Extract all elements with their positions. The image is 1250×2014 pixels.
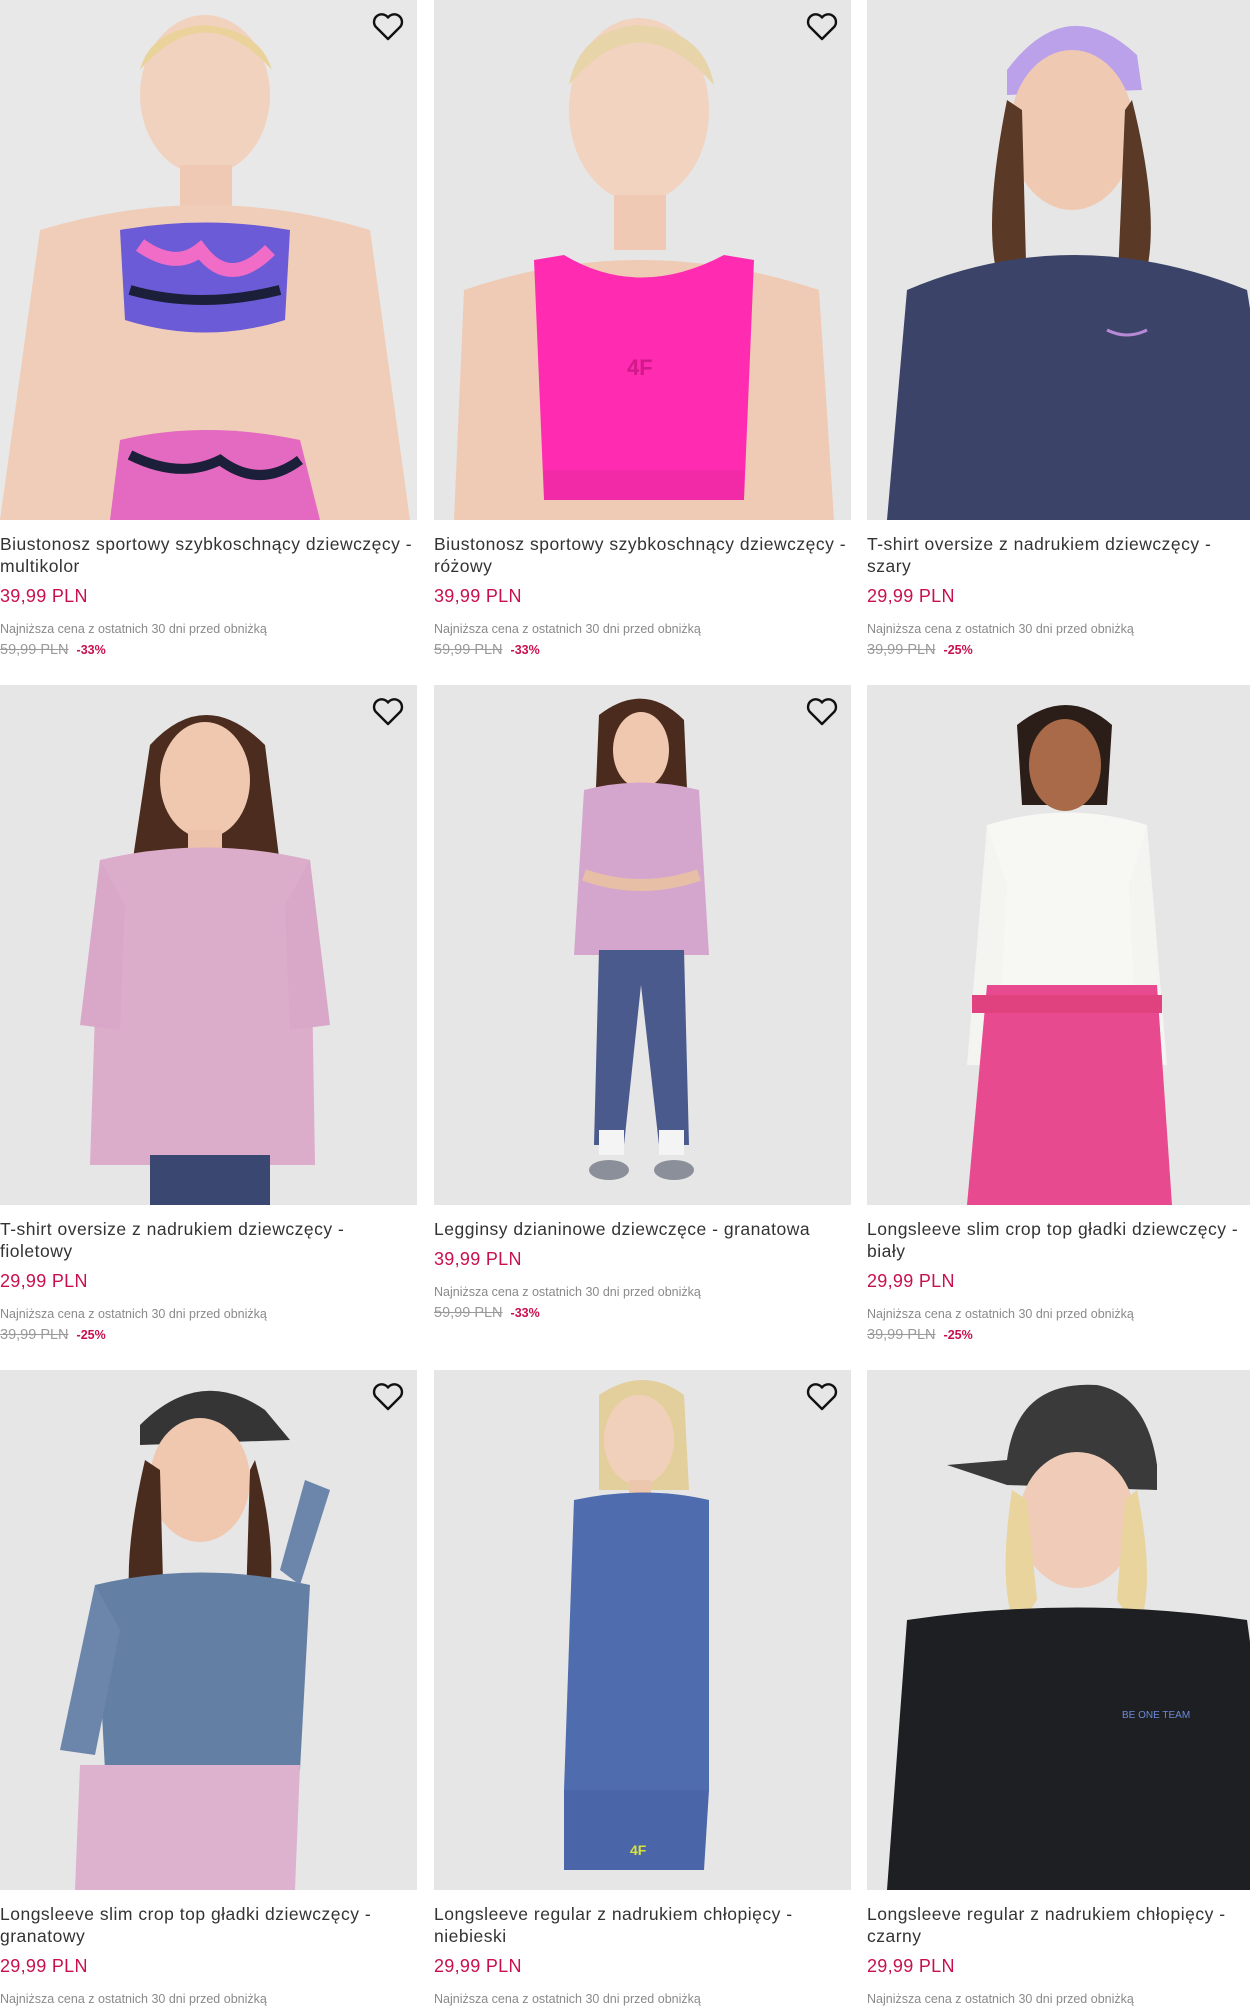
product-price: 39,99 PLN xyxy=(434,1249,522,1269)
product-title[interactable]: T-shirt oversize z nadrukiem dziewczęcy … xyxy=(867,533,1250,577)
product-image[interactable] xyxy=(867,0,1250,520)
discount-badge: -33% xyxy=(76,643,106,657)
product-image[interactable]: 4F xyxy=(434,0,851,520)
old-price-row: 59,99 PLN -33% xyxy=(0,642,106,658)
wishlist-heart-icon[interactable] xyxy=(803,1378,841,1416)
wishlist-heart-icon[interactable] xyxy=(369,693,407,731)
lowest-price-label: Najniższa cena z ostatnich 30 dni przed … xyxy=(867,622,1134,636)
lowest-price-label: Najniższa cena z ostatnich 30 dni przed … xyxy=(434,1285,701,1299)
product-image[interactable] xyxy=(0,1370,417,1890)
lowest-price-label: Najniższa cena z ostatnich 30 dni przed … xyxy=(867,1992,1134,2006)
lowest-price-label: Najniższa cena z ostatnich 30 dni przed … xyxy=(0,622,267,636)
wishlist-heart-icon[interactable] xyxy=(803,693,841,731)
old-price-row: 39,99 PLN -25% xyxy=(0,1327,106,1343)
product-title[interactable]: Longsleeve regular z nadrukiem chłopięcy… xyxy=(867,1903,1250,1947)
lowest-price-label: Najniższa cena z ostatnich 30 dni przed … xyxy=(867,1307,1134,1321)
discount-badge: -33% xyxy=(510,1306,540,1320)
product-image[interactable]: BE ONE TEAM xyxy=(867,1370,1250,1890)
old-price: 39,99 PLN xyxy=(0,1327,69,1343)
svg-text:BE ONE TEAM: BE ONE TEAM xyxy=(1122,1710,1190,1721)
wishlist-heart-icon[interactable] xyxy=(803,8,841,46)
product-price: 39,99 PLN xyxy=(0,586,88,606)
product-title[interactable]: Longsleeve regular z nadrukiem chłopięcy… xyxy=(434,1903,844,1947)
product-title[interactable]: Longsleeve slim crop top gładki dziewczę… xyxy=(867,1218,1250,1262)
discount-badge: -33% xyxy=(510,643,540,657)
product-price: 29,99 PLN xyxy=(0,1271,88,1291)
product-card[interactable]: 4F Longsleeve regular z nadrukiem chłopi… xyxy=(434,1370,851,2014)
product-card[interactable]: T-shirt oversize z nadrukiem dziewczęcy … xyxy=(867,0,1250,670)
old-price-row: 39,99 PLN -25% xyxy=(867,642,973,658)
wishlist-heart-icon[interactable] xyxy=(369,8,407,46)
old-price: 59,99 PLN xyxy=(434,1305,503,1321)
product-image[interactable] xyxy=(434,685,851,1205)
product-title[interactable]: Biustonosz sportowy szybkoschnący dziewc… xyxy=(0,533,420,577)
lowest-price-label: Najniższa cena z ostatnich 30 dni przed … xyxy=(434,622,701,636)
product-card[interactable]: Biustonosz sportowy szybkoschnący dziewc… xyxy=(0,0,417,670)
product-price: 39,99 PLN xyxy=(434,586,522,606)
product-price: 29,99 PLN xyxy=(434,1956,522,1976)
old-price: 39,99 PLN xyxy=(867,1327,936,1343)
product-card[interactable]: Legginsy dzianinowe dziewczęce - granato… xyxy=(434,685,851,1355)
old-price-row: 59,99 PLN -33% xyxy=(434,1305,540,1321)
product-card[interactable]: Longsleeve slim crop top gładki dziewczę… xyxy=(867,685,1250,1355)
product-card[interactable]: 4F Biustonosz sportowy szybkoschnący dzi… xyxy=(434,0,851,670)
product-image[interactable] xyxy=(0,0,417,520)
svg-text:4F: 4F xyxy=(630,1842,647,1858)
svg-text:4F: 4F xyxy=(627,355,653,380)
old-price-row: 39,99 PLN -25% xyxy=(867,1327,973,1343)
product-price: 29,99 PLN xyxy=(0,1956,88,1976)
lowest-price-label: Najniższa cena z ostatnich 30 dni przed … xyxy=(434,1992,701,2006)
product-title[interactable]: Legginsy dzianinowe dziewczęce - granato… xyxy=(434,1218,854,1240)
old-price-row: 59,99 PLN -33% xyxy=(434,642,540,658)
old-price: 59,99 PLN xyxy=(434,642,503,658)
product-card[interactable]: Longsleeve slim crop top gładki dziewczę… xyxy=(0,1370,417,2014)
product-price: 29,99 PLN xyxy=(867,1271,955,1291)
product-title[interactable]: T-shirt oversize z nadrukiem dziewczęcy … xyxy=(0,1218,383,1262)
product-title[interactable]: Longsleeve slim crop top gładki dziewczę… xyxy=(0,1903,410,1947)
product-price: 29,99 PLN xyxy=(867,586,955,606)
product-image[interactable]: 4F xyxy=(434,1370,851,1890)
product-image[interactable] xyxy=(0,685,417,1205)
old-price: 59,99 PLN xyxy=(0,642,69,658)
product-grid: Biustonosz sportowy szybkoschnący dziewc… xyxy=(0,0,1250,2014)
wishlist-heart-icon[interactable] xyxy=(369,1378,407,1416)
old-price: 39,99 PLN xyxy=(867,642,936,658)
discount-badge: -25% xyxy=(943,643,973,657)
lowest-price-label: Najniższa cena z ostatnich 30 dni przed … xyxy=(0,1992,267,2006)
product-image[interactable] xyxy=(867,685,1250,1205)
product-title[interactable]: Biustonosz sportowy szybkoschnący dziewc… xyxy=(434,533,854,577)
discount-badge: -25% xyxy=(943,1328,973,1342)
lowest-price-label: Najniższa cena z ostatnich 30 dni przed … xyxy=(0,1307,267,1321)
product-card[interactable]: BE ONE TEAM Longsleeve regular z nadruki… xyxy=(867,1370,1250,2014)
product-card[interactable]: T-shirt oversize z nadrukiem dziewczęcy … xyxy=(0,685,417,1355)
product-price: 29,99 PLN xyxy=(867,1956,955,1976)
discount-badge: -25% xyxy=(76,1328,106,1342)
